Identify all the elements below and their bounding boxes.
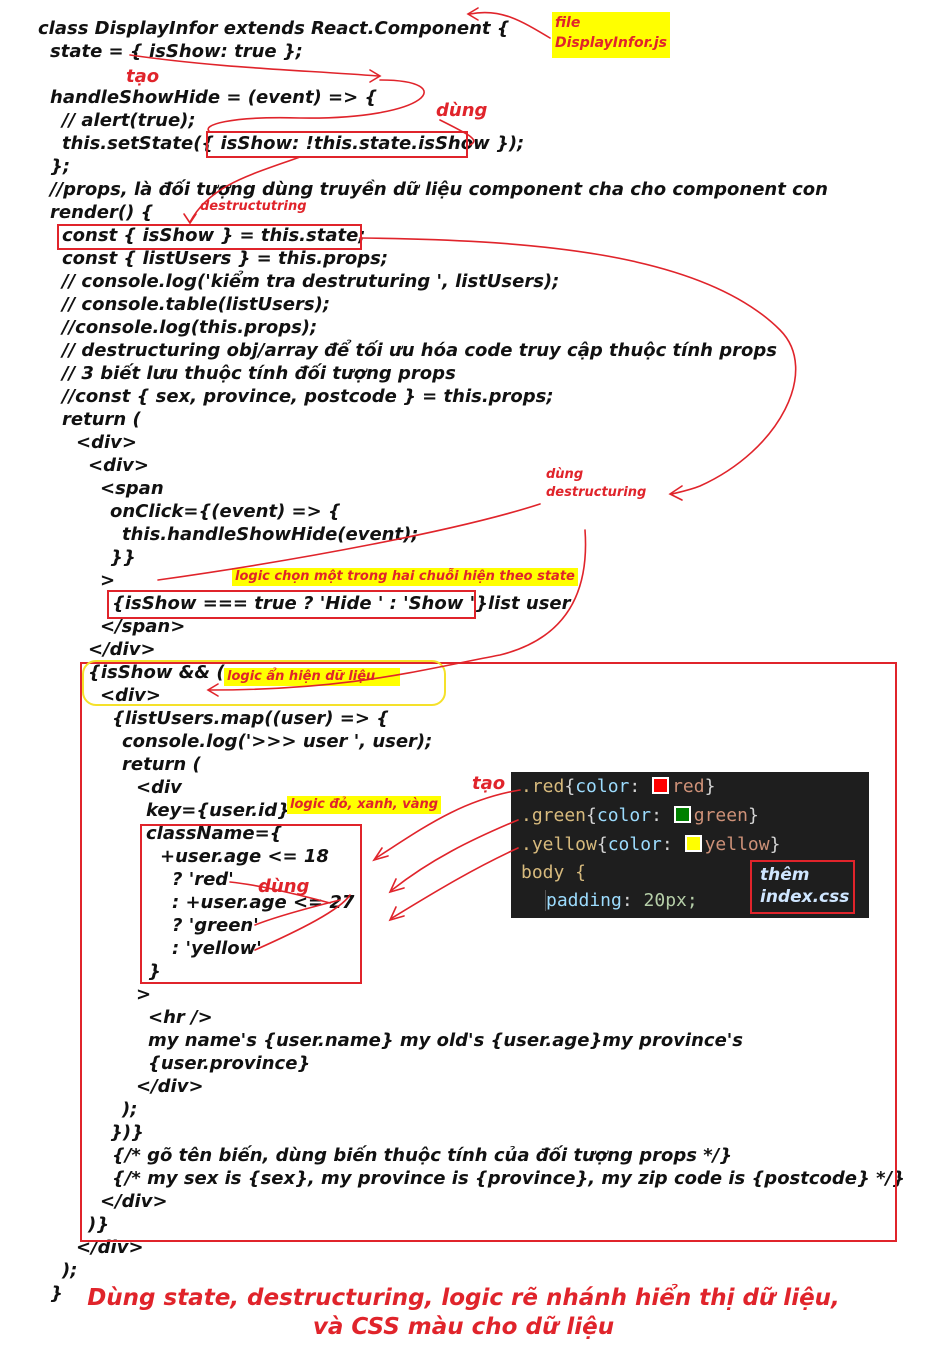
arrow-file	[469, 11, 551, 39]
arrow-use-red	[229, 881, 331, 904]
arrow-dest-to-show	[209, 529, 587, 691]
arrow-use-green	[254, 899, 341, 926]
arrow-use-to-box	[439, 119, 475, 146]
arrow-dest-to-ternary	[157, 503, 541, 581]
arrow-big-loop	[359, 237, 797, 495]
arrow-use-loop	[207, 79, 425, 133]
arrow-yellow-rule	[391, 847, 519, 919]
arrow-create-state	[129, 54, 379, 77]
arrow-toggle-down-head	[183, 213, 197, 225]
arrow-use-yellow	[254, 894, 351, 951]
arrow-green-rule	[391, 819, 519, 891]
arrow-red-rule	[375, 789, 521, 859]
annotation-arrows	[129, 7, 797, 951]
arrow-toggle-down	[189, 156, 301, 223]
